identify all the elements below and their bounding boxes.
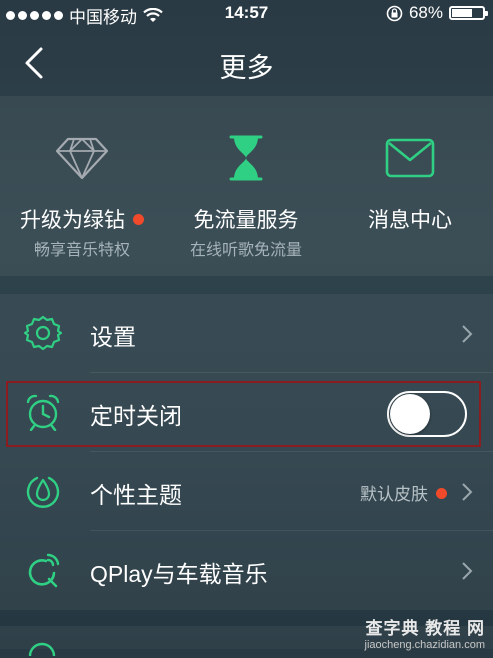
- list-item-label: QPlay与车载音乐: [90, 561, 268, 587]
- notification-dot: [133, 213, 144, 225]
- settings-list: 设置 定时关闭 个性主题 默认皮肤 QPlay与车载音乐: [0, 294, 493, 610]
- feature-message-center[interactable]: 消息中心: [328, 96, 492, 276]
- envelope-icon: [385, 138, 435, 178]
- feature-label: 升级为绿钻: [0, 204, 164, 234]
- feature-sublabel: 畅享音乐特权: [33, 242, 130, 259]
- watermark: 查字典 教程 网 jiaocheng.chazidian.com: [325, 614, 485, 651]
- list-item-label: 定时关闭: [90, 403, 182, 429]
- gear-icon: [24, 315, 62, 351]
- chevron-right-icon: [462, 483, 473, 501]
- status-bar: 中国移动 14:57 68%: [0, 0, 493, 28]
- alarm-clock-icon: [26, 394, 60, 431]
- toggle-knob: [390, 394, 430, 434]
- hourglass-icon: [229, 135, 263, 181]
- feature-shortcuts: 升级为绿钻 畅享音乐特权 免流量服务 在线听歌免流量 消息中心: [0, 96, 493, 276]
- notification-dot: [436, 488, 447, 500]
- qplay-icon: [28, 553, 60, 588]
- rotation-lock-icon: [386, 5, 403, 21]
- list-item-sleep-timer: 定时关闭: [0, 373, 493, 452]
- theme-value: 默认皮肤: [360, 480, 447, 505]
- feature-sublabel: 在线听歌免流量: [189, 242, 302, 259]
- theme-icon: [26, 476, 60, 508]
- diamond-icon: [55, 137, 109, 180]
- chevron-right-icon: [462, 562, 473, 580]
- battery-icon: [449, 6, 488, 20]
- feature-label: 免流量服务: [193, 209, 299, 232]
- status-right: 68%: [386, 3, 488, 23]
- watermark-title: 查字典 教程 网: [365, 619, 485, 638]
- feature-data-free-service[interactable]: 免流量服务 在线听歌免流量: [164, 96, 328, 276]
- watermark-url: jiaocheng.chazidian.com: [364, 639, 485, 651]
- page-title: 更多: [219, 53, 274, 83]
- list-item-label: 设置: [90, 324, 136, 350]
- feature-upgrade-green-diamond[interactable]: 升级为绿钻 畅享音乐特权: [0, 96, 164, 276]
- battery-percent: 68%: [408, 3, 443, 22]
- sleep-timer-toggle[interactable]: [387, 391, 467, 437]
- list-item-qplay[interactable]: QPlay与车载音乐: [0, 531, 493, 610]
- partial-icon: [28, 642, 56, 657]
- navigation-bar: 更多: [0, 28, 493, 96]
- list-item-label: 个性主题: [90, 482, 182, 508]
- feature-label: 消息中心: [368, 209, 452, 232]
- chevron-right-icon: [462, 325, 473, 343]
- list-item-settings[interactable]: 设置: [0, 294, 493, 373]
- list-item-theme[interactable]: 个性主题 默认皮肤: [0, 452, 493, 531]
